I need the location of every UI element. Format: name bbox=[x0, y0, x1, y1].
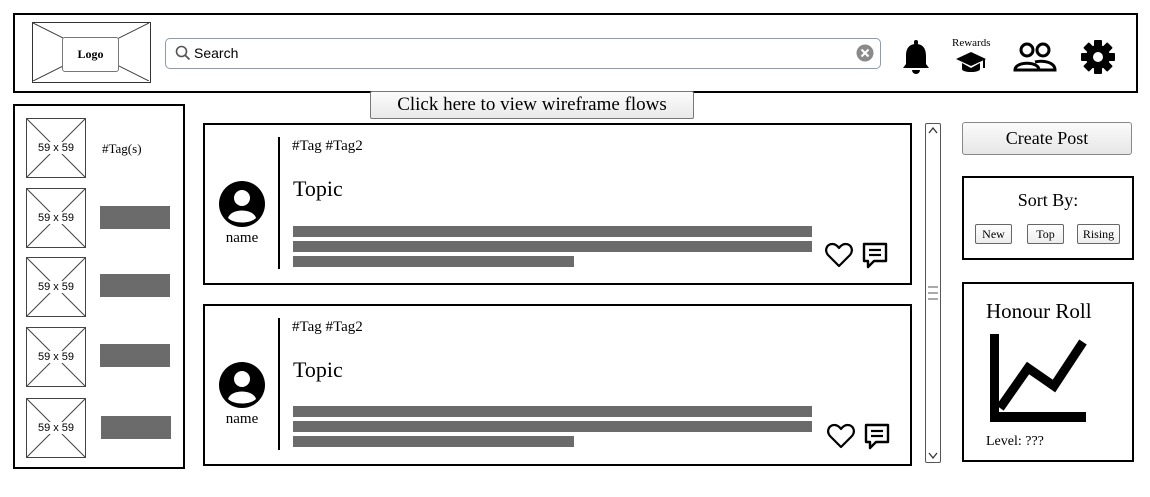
thumbnail-size-text: 59 x 59 bbox=[36, 351, 76, 363]
thumbnail-size-text: 59 x 59 bbox=[36, 281, 76, 293]
sidebar-item-text-placeholder[interactable] bbox=[101, 416, 171, 439]
sort-panel: Sort By: New Top Rising bbox=[962, 176, 1134, 260]
post-author[interactable]: name bbox=[220, 411, 264, 428]
avatar-icon[interactable] bbox=[219, 181, 265, 227]
logo-placeholder[interactable]: Logo bbox=[32, 22, 151, 83]
sidebar-thumbnail[interactable]: 59 x 59 bbox=[26, 257, 86, 317]
post-divider bbox=[278, 318, 280, 450]
post-card[interactable]: name #Tag #Tag2 Topic bbox=[203, 123, 912, 285]
like-heart-icon[interactable] bbox=[827, 423, 855, 449]
post-text-placeholder bbox=[293, 256, 574, 267]
sidebar-item-text-placeholder[interactable] bbox=[100, 206, 170, 229]
post-topic[interactable]: Topic bbox=[293, 357, 343, 383]
scroll-down-arrow-icon[interactable] bbox=[928, 452, 938, 460]
post-text-placeholder bbox=[293, 406, 812, 417]
sort-by-label: Sort By: bbox=[1017, 190, 1079, 210]
top-bar: Logo Rewards bbox=[13, 13, 1138, 93]
post-text-placeholder bbox=[293, 241, 812, 252]
like-heart-icon[interactable] bbox=[825, 242, 853, 268]
rewards-icon[interactable] bbox=[955, 51, 987, 77]
create-post-button[interactable]: Create Post bbox=[962, 122, 1132, 155]
post-text-placeholder bbox=[293, 436, 574, 447]
sort-rising-button[interactable]: Rising bbox=[1077, 224, 1120, 244]
sort-top-button[interactable]: Top bbox=[1027, 224, 1064, 244]
post-card[interactable]: name #Tag #Tag2 Topic bbox=[203, 304, 912, 466]
friends-icon[interactable] bbox=[1013, 41, 1057, 73]
post-author[interactable]: name bbox=[220, 230, 264, 247]
bell-icon[interactable] bbox=[900, 39, 932, 75]
post-topic[interactable]: Topic bbox=[293, 176, 343, 202]
scroll-up-arrow-icon[interactable] bbox=[928, 126, 938, 134]
thumbnail-size-label: 59 x 59 bbox=[27, 258, 85, 316]
scroll-thumb[interactable] bbox=[927, 282, 939, 304]
sidebar-item-tags[interactable]: #Tag(s) bbox=[102, 141, 142, 157]
sidebar-thumbnail[interactable]: 59 x 59 bbox=[26, 188, 86, 248]
thumbnail-size-label: 59 x 59 bbox=[27, 399, 85, 457]
rewards-label: Rewards bbox=[952, 37, 991, 49]
post-tags[interactable]: #Tag #Tag2 bbox=[292, 319, 363, 336]
comment-icon[interactable] bbox=[864, 423, 890, 451]
thumbnail-size-text: 59 x 59 bbox=[36, 212, 76, 224]
line-chart-icon bbox=[990, 334, 1087, 422]
thumbnail-size-text: 59 x 59 bbox=[36, 142, 76, 154]
sidebar-item-text-placeholder[interactable] bbox=[100, 274, 170, 297]
post-tags[interactable]: #Tag #Tag2 bbox=[292, 138, 363, 155]
sidebar-thumbnail[interactable]: 59 x 59 bbox=[26, 327, 86, 387]
sidebar-item-text-placeholder[interactable] bbox=[100, 344, 170, 367]
thumbnail-size-text: 59 x 59 bbox=[36, 422, 76, 434]
thumbnail-size-label: 59 x 59 bbox=[27, 119, 85, 177]
level-text: Level: ??? bbox=[986, 434, 1044, 449]
post-text-placeholder bbox=[293, 226, 812, 237]
sidebar-thumbnail[interactable]: 59 x 59 bbox=[26, 398, 86, 458]
clear-search-icon[interactable] bbox=[856, 44, 874, 62]
comment-icon[interactable] bbox=[862, 242, 888, 270]
post-text-placeholder bbox=[293, 421, 812, 432]
honour-roll-panel: Honour Roll Level: ??? bbox=[962, 282, 1134, 462]
sidebar-thumbnail[interactable]: 59 x 59 bbox=[26, 118, 86, 178]
feed-scrollbar[interactable] bbox=[925, 123, 941, 463]
view-wireframe-flows-button[interactable]: Click here to view wireframe flows bbox=[370, 91, 694, 119]
avatar-icon[interactable] bbox=[219, 362, 265, 408]
search-bar[interactable] bbox=[165, 38, 881, 69]
sort-new-button[interactable]: New bbox=[975, 224, 1012, 244]
thumbnail-size-label: 59 x 59 bbox=[27, 189, 85, 247]
logo-label: Logo bbox=[62, 37, 119, 72]
post-divider bbox=[278, 137, 280, 269]
honour-roll-title: Honour Roll bbox=[986, 299, 1092, 323]
search-input[interactable] bbox=[194, 43, 834, 63]
thumbnail-size-label: 59 x 59 bbox=[27, 328, 85, 386]
search-icon bbox=[175, 45, 191, 61]
settings-icon[interactable] bbox=[1080, 39, 1116, 75]
